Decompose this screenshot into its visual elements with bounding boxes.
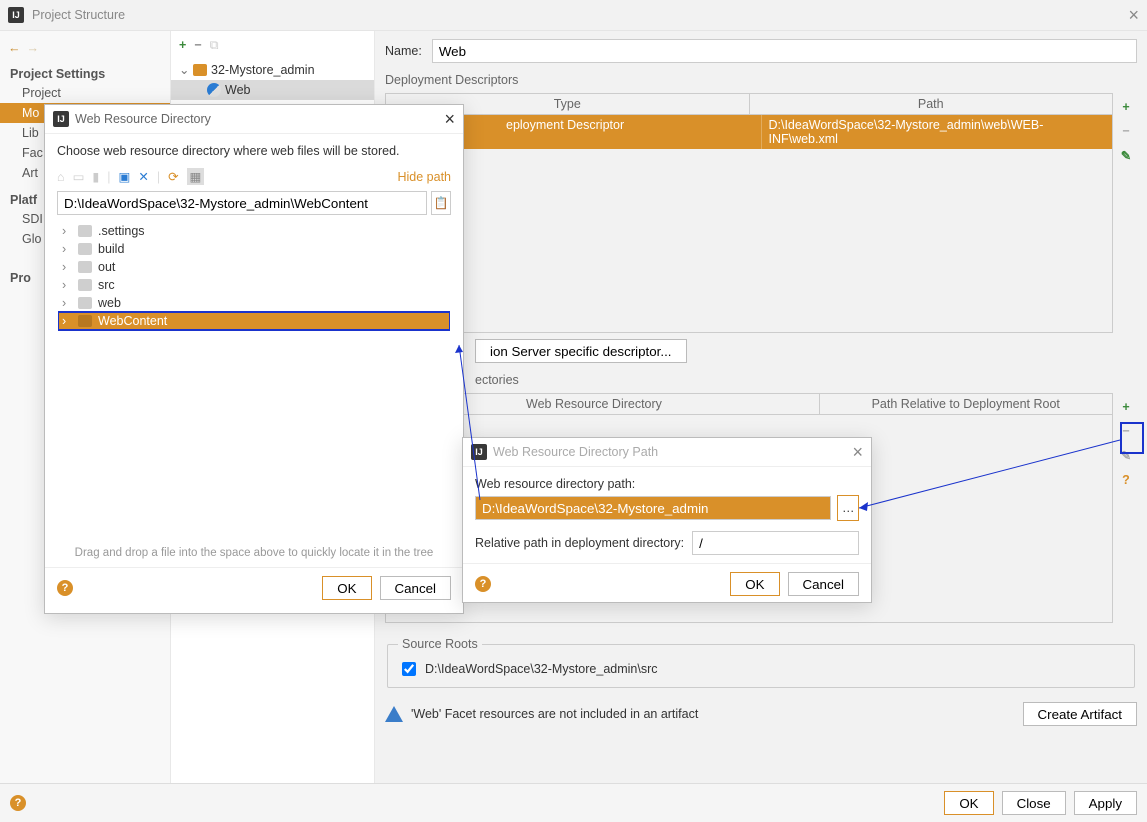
tree-toolbar: + − ⧉ bbox=[171, 31, 374, 59]
dialog-title: Web Resource Directory Path bbox=[493, 445, 658, 459]
module-label: 32-Mystore_admin bbox=[211, 63, 315, 77]
refresh-icon[interactable]: ⟳ bbox=[168, 169, 178, 184]
create-artifact-button[interactable]: Create Artifact bbox=[1023, 702, 1137, 726]
dir-row[interactable]: ›out bbox=[58, 258, 450, 276]
help-icon[interactable]: ? bbox=[10, 795, 26, 811]
wrd-col-path: Path Relative to Deployment Root bbox=[819, 394, 1113, 415]
desktop-icon[interactable]: ▭ bbox=[73, 169, 85, 184]
source-root-path: D:\IdeaWordSpace\32-Mystore_admin\src bbox=[425, 662, 658, 676]
dd-col-path: Path bbox=[749, 94, 1113, 115]
show-hidden-icon[interactable]: ▦ bbox=[187, 168, 205, 185]
dd-section-label: Deployment Descriptors bbox=[385, 69, 1137, 87]
intellij-icon: IJ bbox=[53, 111, 69, 127]
folder-icon bbox=[78, 279, 92, 291]
wrd-add-icon[interactable]: + bbox=[1122, 400, 1129, 414]
tree-facet-row[interactable]: Web bbox=[171, 80, 374, 100]
sidebar-item-project[interactable]: Project bbox=[0, 83, 170, 103]
module-icon bbox=[193, 64, 207, 76]
dir-row-selected[interactable]: ›WebContent bbox=[58, 312, 450, 330]
history-icon[interactable]: 📋 bbox=[431, 191, 451, 215]
relative-path-input[interactable] bbox=[692, 531, 859, 555]
folder-icon bbox=[78, 225, 92, 237]
source-root-checkbox[interactable] bbox=[402, 662, 416, 676]
source-roots-fieldset: Source Roots D:\IdeaWordSpace\32-Mystore… bbox=[387, 637, 1135, 688]
add-app-server-descriptor-button[interactable]: ion Server specific descriptor... bbox=[475, 339, 687, 363]
wrd-help-icon[interactable]: ? bbox=[1122, 473, 1130, 487]
chevron-down-icon: ⌄ bbox=[179, 62, 189, 77]
dir-row[interactable]: ›web bbox=[58, 294, 450, 312]
dd-remove-icon[interactable]: − bbox=[1122, 124, 1129, 138]
help-icon[interactable]: ? bbox=[475, 576, 491, 592]
nav-back-icon[interactable]: ← bbox=[8, 41, 21, 55]
intellij-icon: IJ bbox=[8, 7, 24, 23]
dir-row[interactable]: ›src bbox=[58, 276, 450, 294]
annotation-highlight bbox=[1122, 424, 1142, 452]
chooser-cancel-button[interactable]: Cancel bbox=[380, 576, 452, 600]
folder-icon bbox=[78, 243, 92, 255]
dialog-prompt: Choose web resource directory where web … bbox=[57, 144, 451, 158]
ok-button[interactable]: OK bbox=[944, 791, 993, 815]
delete-icon[interactable]: ✕ bbox=[138, 169, 148, 184]
add-icon[interactable]: + bbox=[179, 38, 186, 52]
path-input[interactable] bbox=[57, 191, 427, 215]
help-icon[interactable]: ? bbox=[57, 580, 73, 596]
chooser-toolbar: ⌂ ▭ ▮ | ▣ ✕ | ⟳ ▦ Hide path bbox=[57, 168, 451, 185]
folder-icon bbox=[78, 297, 92, 309]
web-resource-directory-dialog: IJ Web Resource Directory × Choose web r… bbox=[44, 104, 464, 614]
source-roots-legend: Source Roots bbox=[398, 637, 482, 651]
path-cancel-button[interactable]: Cancel bbox=[788, 572, 860, 596]
warning-text: 'Web' Facet resources are not included i… bbox=[411, 707, 698, 721]
chooser-hint: Drag and drop a file into the space abov… bbox=[57, 547, 451, 559]
dd-table: Type Path eployment Descriptor D:\IdeaWo… bbox=[385, 93, 1113, 333]
folder-icon bbox=[78, 315, 92, 327]
intellij-icon: IJ bbox=[471, 444, 487, 460]
dir-row[interactable]: ›.settings bbox=[58, 222, 450, 240]
remove-icon[interactable]: − bbox=[194, 38, 201, 52]
wrd-section-label: ectories bbox=[475, 369, 1137, 387]
project-icon[interactable]: ▮ bbox=[92, 169, 99, 184]
dd-edit-icon[interactable]: ✎ bbox=[1121, 148, 1131, 163]
facet-editor: Name: Deployment Descriptors Type Path e… bbox=[375, 31, 1147, 783]
hide-path-link[interactable]: Hide path bbox=[397, 170, 451, 184]
dialog-footer: ? OK Close Apply bbox=[0, 783, 1147, 822]
dialog-title: Web Resource Directory bbox=[75, 112, 211, 126]
source-root-row[interactable]: D:\IdeaWordSpace\32-Mystore_admin\src bbox=[398, 659, 1124, 679]
web-facet-icon bbox=[207, 83, 221, 97]
name-label: Name: bbox=[385, 44, 422, 58]
facet-name-input[interactable] bbox=[432, 39, 1137, 63]
warning-icon bbox=[385, 706, 403, 722]
chooser-ok-button[interactable]: OK bbox=[322, 576, 371, 600]
path-label: Web resource directory path: bbox=[475, 477, 859, 491]
new-folder-icon[interactable]: ▣ bbox=[119, 169, 131, 184]
dialog-close-icon[interactable]: × bbox=[852, 442, 863, 463]
dd-path-cell: D:\IdeaWordSpace\32-Mystore_admin\web\WE… bbox=[761, 115, 1112, 149]
home-icon[interactable]: ⌂ bbox=[57, 170, 65, 184]
window-close-icon[interactable]: × bbox=[1128, 5, 1139, 26]
sidebar-section-project: Project Settings bbox=[0, 63, 170, 83]
directory-tree[interactable]: ›.settings ›build ›out ›src ›web ›WebCon… bbox=[57, 221, 451, 543]
close-button[interactable]: Close bbox=[1002, 791, 1066, 815]
dialog-close-icon[interactable]: × bbox=[444, 109, 455, 130]
dd-add-icon[interactable]: + bbox=[1122, 100, 1129, 114]
copy-icon[interactable]: ⧉ bbox=[210, 38, 219, 53]
folder-icon bbox=[78, 261, 92, 273]
dir-row[interactable]: ›build bbox=[58, 240, 450, 258]
nav-history: ← → bbox=[0, 37, 170, 63]
tree-module-row[interactable]: ⌄ 32-Mystore_admin bbox=[171, 59, 374, 80]
apply-button[interactable]: Apply bbox=[1074, 791, 1137, 815]
window-titlebar: IJ Project Structure × bbox=[0, 0, 1147, 31]
facet-label: Web bbox=[225, 83, 250, 97]
dd-row[interactable]: eployment Descriptor D:\IdeaWordSpace\32… bbox=[386, 115, 1112, 149]
path-ok-button[interactable]: OK bbox=[730, 572, 779, 596]
dd-side-toolbar: + − ✎ bbox=[1116, 94, 1136, 163]
window-title: Project Structure bbox=[32, 8, 125, 22]
web-resource-directory-path-dialog: IJ Web Resource Directory Path × Web res… bbox=[462, 437, 872, 603]
relative-path-label: Relative path in deployment directory: bbox=[475, 536, 684, 550]
nav-forward-icon[interactable]: → bbox=[27, 41, 40, 55]
browse-button[interactable]: … bbox=[837, 495, 859, 521]
wrd-path-input[interactable] bbox=[475, 496, 831, 520]
